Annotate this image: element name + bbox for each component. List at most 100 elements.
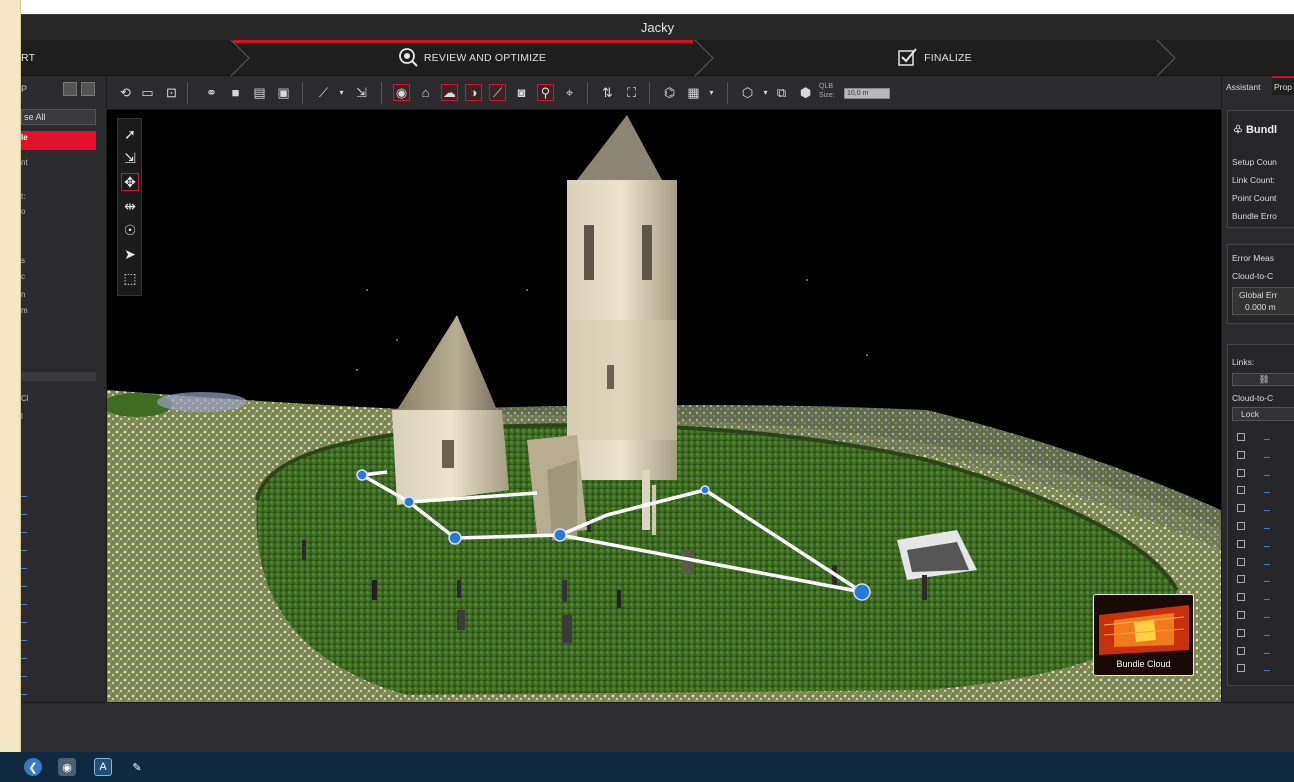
step-import-label: RT	[21, 52, 36, 64]
select-points-icon[interactable]: ⇲	[353, 84, 370, 101]
left-link[interactable]	[21, 532, 27, 533]
zoom-extents-icon[interactable]: ⊡	[163, 84, 180, 101]
box-icon[interactable]: ■	[227, 84, 244, 101]
link-item[interactable]	[1264, 456, 1270, 458]
windows-icon[interactable]: ❮	[24, 758, 42, 776]
clouds-icon[interactable]: ⚭	[203, 84, 220, 101]
link-item[interactable]	[1264, 617, 1270, 618]
link-item[interactable]	[1264, 492, 1270, 494]
selection-dropdown-icon[interactable]: ▾	[703, 84, 720, 101]
global-error-label: Global Err	[1239, 290, 1278, 300]
multi-select-icon[interactable]: ⇲	[121, 149, 139, 167]
link-item[interactable]	[1264, 474, 1270, 476]
pointer-icon[interactable]: ➚	[121, 125, 139, 143]
bundle-title-row: ♧ Bundl	[1233, 123, 1277, 136]
tab-properties[interactable]: Prop	[1272, 76, 1294, 95]
target-icon[interactable]: ◉	[393, 84, 410, 101]
lock-checkbox[interactable]	[1237, 468, 1245, 477]
link-item[interactable]	[1264, 528, 1270, 529]
qlb-labels: QLB Size:	[819, 82, 835, 100]
lock-checkbox[interactable]	[1237, 504, 1245, 513]
link-item[interactable]	[1264, 563, 1270, 565]
left-link[interactable]	[21, 550, 27, 551]
fence-icon[interactable]: ⌬	[661, 84, 678, 101]
link-item[interactable]	[1264, 599, 1270, 601]
link-item[interactable]	[1264, 581, 1270, 583]
panorama-icon[interactable]: ▤	[251, 84, 268, 101]
selected-item[interactable]	[21, 131, 96, 150]
cloud-icon[interactable]: ☁	[441, 84, 458, 101]
half-circle-icon[interactable]: ◑	[465, 84, 482, 101]
lock-checkbox[interactable]	[1237, 646, 1245, 655]
left-link[interactable]	[21, 496, 27, 497]
cube-view-icon[interactable]: ⬡	[739, 84, 756, 101]
selection-icon[interactable]: ▦	[685, 84, 702, 101]
step-finalize[interactable]: FINALIZE	[713, 40, 1157, 76]
model-icon[interactable]: ⬢	[797, 84, 814, 101]
step-import[interactable]: RT	[21, 40, 51, 76]
cube-dropdown-icon[interactable]: ▾	[757, 84, 774, 101]
add-setup-icon[interactable]: ⇅	[599, 84, 616, 101]
left-link[interactable]	[21, 604, 27, 605]
rotate-view-icon[interactable]: ⟲	[117, 84, 134, 101]
text-icon[interactable]: A	[94, 758, 112, 776]
left-link[interactable]	[21, 676, 27, 677]
paint-icon[interactable]: ✎	[128, 758, 146, 776]
global-error-box: Global Err 0.000 m	[1232, 287, 1294, 315]
ruler-icon[interactable]: ⟋	[489, 84, 506, 101]
lock-checkbox[interactable]	[1237, 450, 1245, 459]
window-view-icon[interactable]: ▭	[139, 84, 156, 101]
tab-assistant[interactable]: Assistant	[1226, 82, 1261, 92]
network-icon[interactable]: ⛶	[623, 84, 640, 101]
lock-checkbox[interactable]	[1237, 486, 1245, 495]
measure-dropdown-icon[interactable]: ▾	[333, 84, 350, 101]
image-icon[interactable]: ▣	[275, 84, 292, 101]
lock-column-header[interactable]: Lock	[1232, 407, 1294, 421]
link-item[interactable]	[1264, 670, 1270, 672]
step-review-and-optimize[interactable]: REVIEW AND OPTIMIZE	[249, 40, 695, 76]
camera-icon[interactable]: ◙	[513, 84, 530, 101]
collapse-all-button[interactable]: se All	[21, 109, 96, 125]
lock-checkbox[interactable]	[1237, 593, 1245, 602]
walk-icon[interactable]: ☉	[121, 221, 139, 239]
fly-icon[interactable]: ➤	[121, 245, 139, 263]
left-fragment-2: nt	[21, 158, 28, 167]
app-icon[interactable]: ◉	[58, 758, 76, 776]
panel-icon-2[interactable]	[81, 82, 95, 96]
link-item[interactable]	[1264, 634, 1270, 636]
clip-icon[interactable]: ⧉	[773, 84, 790, 101]
lock-checkbox[interactable]	[1237, 611, 1245, 619]
locate-icon[interactable]: ⌖	[561, 84, 578, 101]
qlb-size-slider[interactable]: 10,0 m	[844, 88, 890, 99]
bundle-title: Bundl	[1245, 124, 1278, 136]
link-count-label: Link Count:	[1232, 175, 1275, 185]
left-link[interactable]	[21, 514, 27, 515]
left-link[interactable]	[21, 694, 27, 695]
left-link[interactable]	[21, 640, 27, 641]
left-link[interactable]	[21, 568, 27, 569]
link-action-button[interactable]: ⛓	[1232, 373, 1294, 386]
panel-icon-1[interactable]	[63, 82, 77, 96]
orbit-icon[interactable]: ✥	[121, 173, 139, 191]
link-item[interactable]	[1264, 439, 1270, 440]
link-item[interactable]	[1264, 652, 1270, 654]
left-link[interactable]	[21, 586, 27, 587]
measure-icon[interactable]: ⟋	[315, 84, 332, 101]
lock-checkbox[interactable]	[1237, 557, 1245, 566]
point-cloud-viewport[interactable]: ➚ ⇲ ✥ ⇹ ☉ ➤ ⬚ Bundle Cloud	[107, 110, 1221, 702]
pan-icon[interactable]: ⇹	[121, 197, 139, 215]
pin-icon[interactable]: ⚲	[537, 84, 554, 101]
tag-icon[interactable]: ⌂	[417, 84, 434, 101]
lock-checkbox[interactable]	[1237, 664, 1245, 673]
box-zoom-icon[interactable]: ⬚	[121, 269, 139, 287]
bundle-cloud-thumbnail[interactable]: Bundle Cloud	[1093, 594, 1194, 676]
link-item[interactable]	[1264, 545, 1270, 547]
lock-checkbox[interactable]	[1237, 539, 1245, 548]
lock-checkbox[interactable]	[1237, 433, 1245, 441]
lock-checkbox[interactable]	[1237, 522, 1245, 530]
lock-checkbox[interactable]	[1237, 575, 1245, 584]
left-link[interactable]	[21, 658, 27, 659]
left-link[interactable]	[21, 622, 27, 623]
link-item[interactable]	[1264, 510, 1270, 512]
lock-checkbox[interactable]	[1237, 628, 1245, 637]
